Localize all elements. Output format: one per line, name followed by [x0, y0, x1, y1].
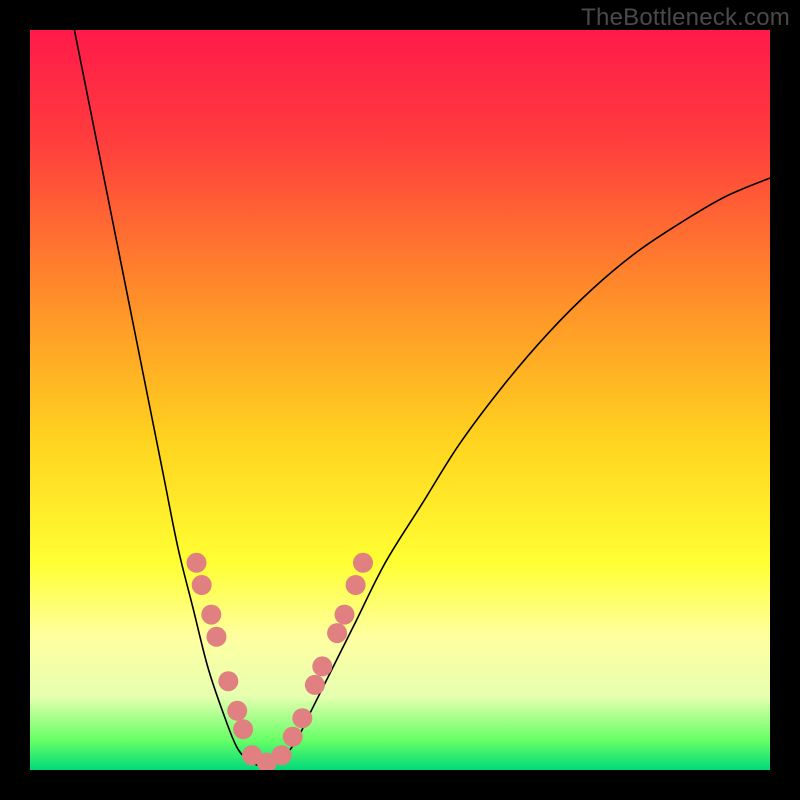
plot-area [30, 30, 770, 770]
chart-svg [30, 30, 770, 770]
data-marker [335, 605, 355, 625]
data-marker [327, 623, 347, 643]
data-marker [201, 605, 221, 625]
data-marker [353, 553, 373, 573]
data-marker [272, 745, 292, 765]
data-marker [227, 701, 247, 721]
data-marker [218, 671, 238, 691]
data-marker [206, 627, 226, 647]
data-marker [312, 656, 332, 676]
gradient-background [30, 30, 770, 770]
data-marker [292, 708, 312, 728]
data-marker [283, 727, 303, 747]
data-marker [305, 675, 325, 695]
chart-frame: TheBottleneck.com [0, 0, 800, 800]
watermark-text: TheBottleneck.com [581, 4, 790, 32]
data-marker [192, 575, 212, 595]
data-marker [187, 553, 207, 573]
data-marker [233, 719, 253, 739]
data-marker [346, 575, 366, 595]
